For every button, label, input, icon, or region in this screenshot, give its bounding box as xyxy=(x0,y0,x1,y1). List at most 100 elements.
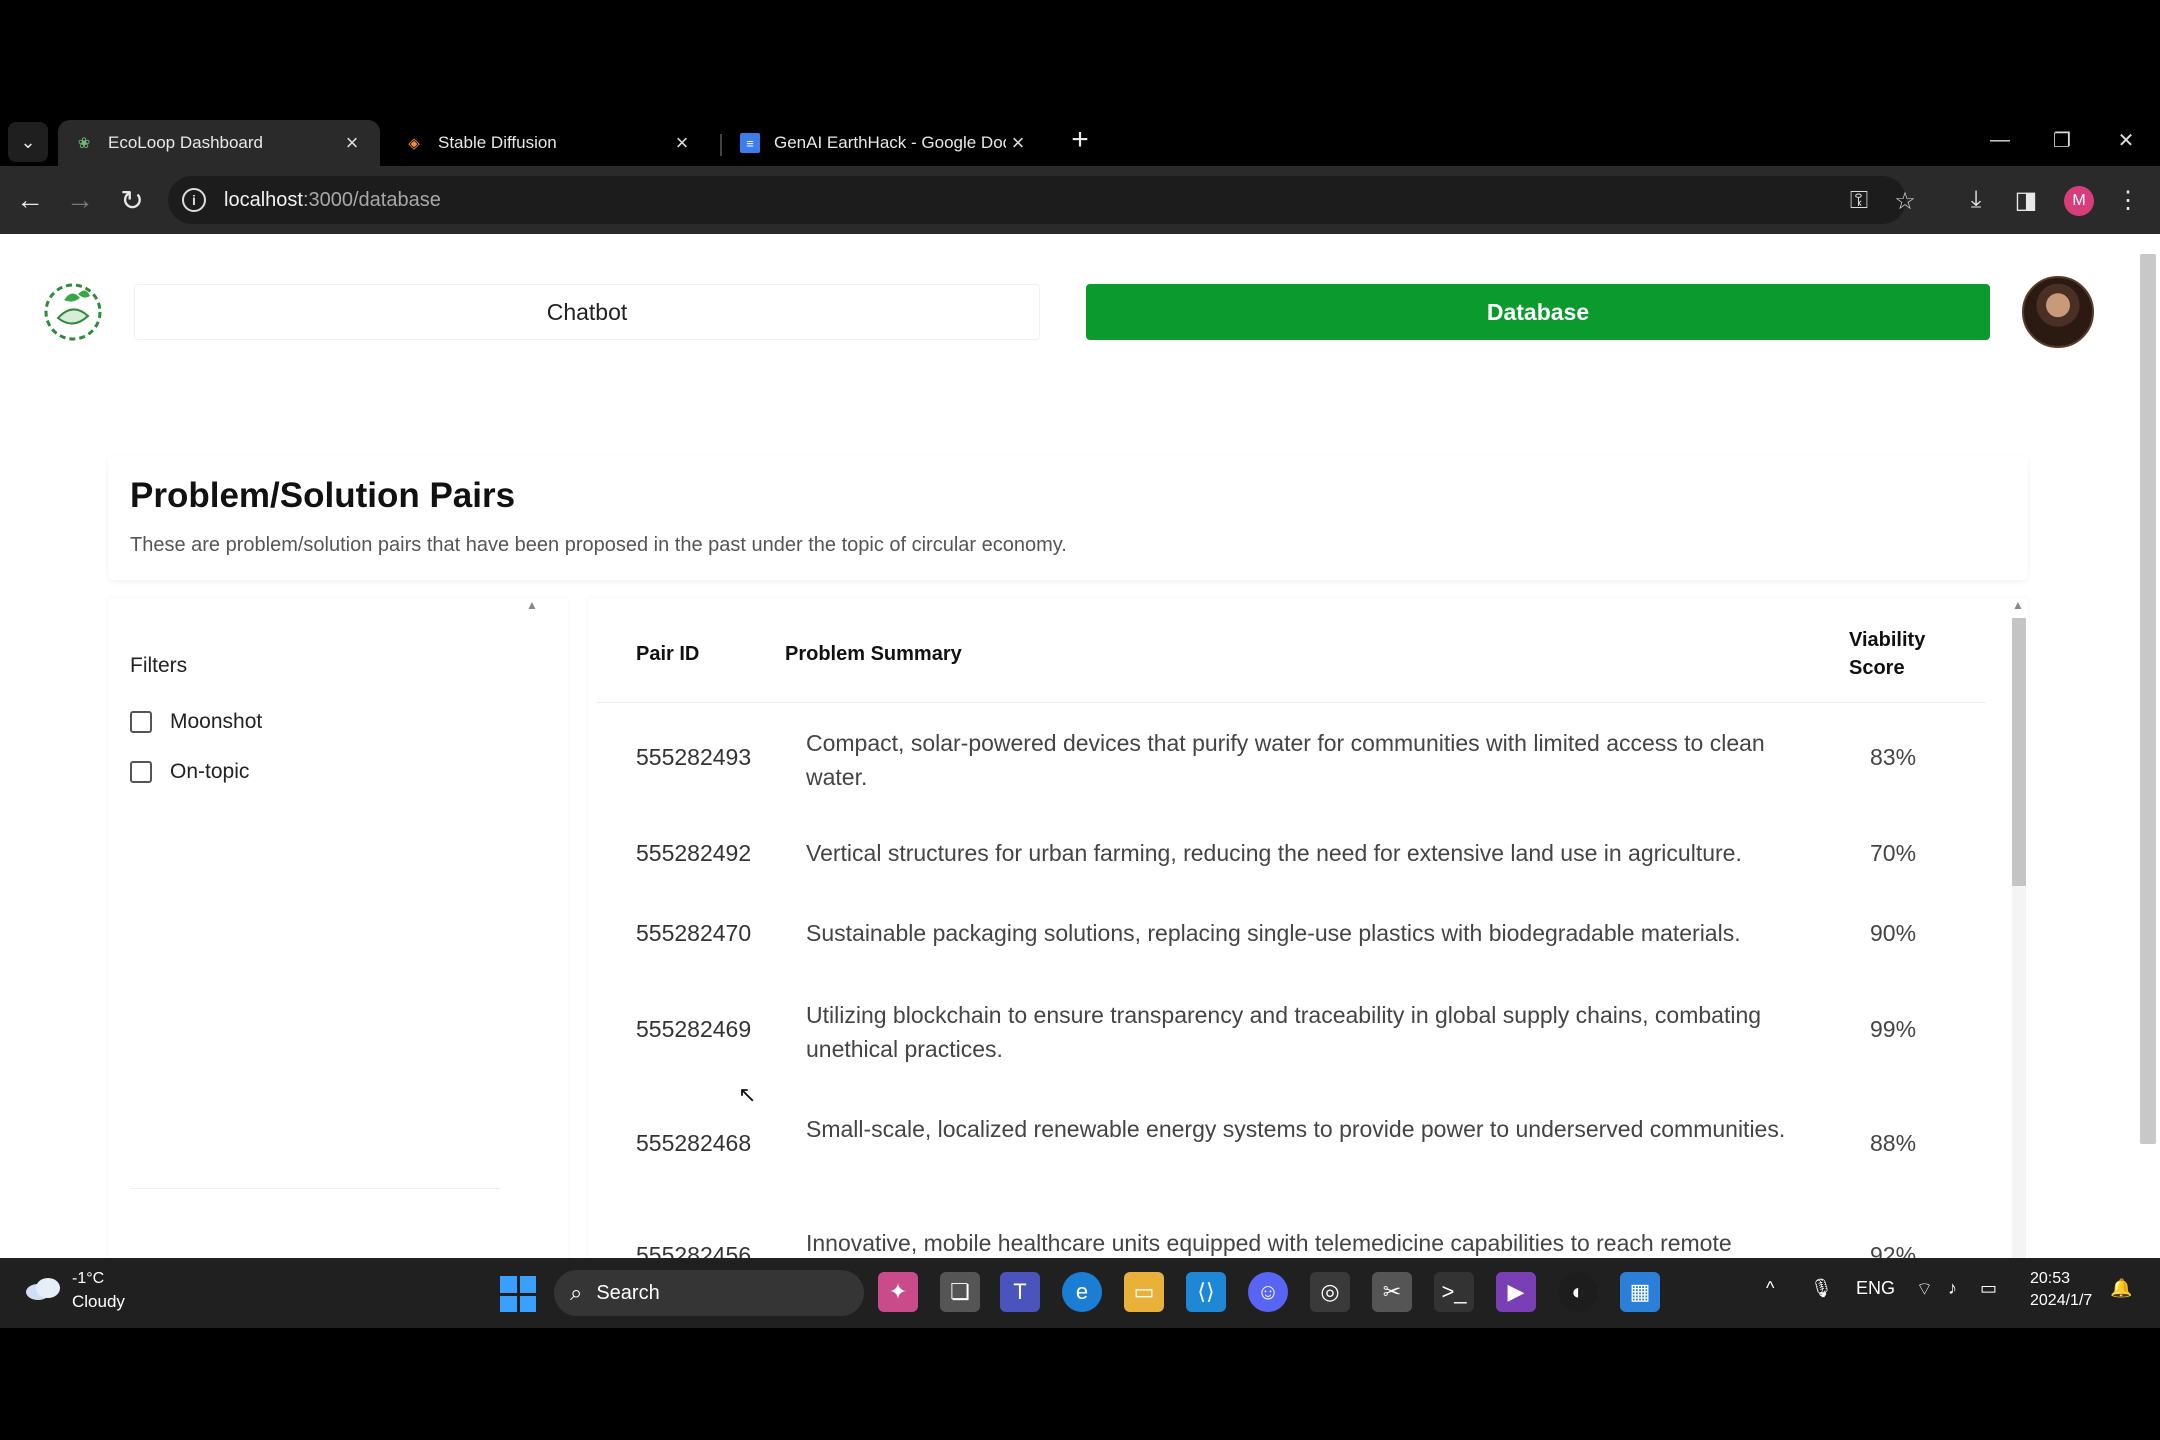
user-avatar[interactable] xyxy=(2022,276,2094,348)
ecoloop-favicon-icon: ❀ xyxy=(77,135,91,152)
page-subtitle: These are problem/solution pairs that ha… xyxy=(130,534,1067,556)
row-viability-score: 92% xyxy=(1870,1242,1917,1258)
page-scrollbar-thumb[interactable] xyxy=(2140,254,2156,1144)
ecoloop-logo-icon[interactable] xyxy=(42,278,104,346)
network-icon[interactable]: ⌔ xyxy=(1916,1278,1933,1301)
notification-bell-icon[interactable]: 🔔 xyxy=(2110,1278,2132,1299)
page-header-card: Problem/Solution Pairs These are problem… xyxy=(108,456,2028,580)
windows-start-icon[interactable] xyxy=(500,1276,536,1312)
minimize-icon[interactable]: — xyxy=(1974,120,2026,160)
window-close-icon[interactable]: ✕ xyxy=(2100,120,2152,160)
clock-time[interactable]: 20:53 xyxy=(2030,1270,2070,1288)
close-tab-icon[interactable]: × xyxy=(340,130,364,156)
row-problem-summary[interactable]: Vertical structures for urban farming, r… xyxy=(806,836,1806,870)
volume-icon[interactable]: ♪ xyxy=(1948,1278,1957,1299)
nav-chatbot-button[interactable]: Chatbot xyxy=(134,284,1040,340)
row-pair-id[interactable]: 555282493 xyxy=(636,744,751,771)
file-explorer-icon[interactable]: ▭ xyxy=(1124,1272,1164,1312)
column-header-pair-id[interactable]: Pair ID xyxy=(636,640,699,668)
reload-icon[interactable]: ↻ xyxy=(112,180,152,220)
copilot-app-icon[interactable]: ✦ xyxy=(878,1272,918,1312)
microphone-icon[interactable]: 🎙 xyxy=(1810,1278,1833,1299)
browser-tab-strip: ⌄ ❀ EcoLoop Dashboard × ◈ Stable Diffusi… xyxy=(0,116,2160,166)
discord-app-icon[interactable]: ☺ xyxy=(1248,1272,1288,1312)
cloud-weather-icon[interactable] xyxy=(24,1276,64,1302)
chrome-app-icon[interactable]: ◎ xyxy=(1310,1272,1350,1312)
tab-ecoloop-dashboard[interactable]: ❀ EcoLoop Dashboard × xyxy=(58,120,380,166)
row-problem-summary[interactable]: Sustainable packaging solutions, replaci… xyxy=(806,916,1806,950)
site-info-icon[interactable]: i xyxy=(182,188,206,212)
header-line: Score xyxy=(1849,657,1905,679)
filter-label: On-topic xyxy=(170,760,250,783)
tab-title: EcoLoop Dashboard xyxy=(108,133,264,152)
address-bar[interactable]: i localhost:3000/database ⚿ ☆ xyxy=(168,176,1916,224)
row-problem-summary[interactable]: Small-scale, localized renewable energy … xyxy=(806,1112,1806,1146)
table-scroll-up-icon[interactable]: ▲ xyxy=(2012,598,2024,612)
tab-title: GenAI EarthHack - Google Doc xyxy=(774,133,1006,152)
windows-taskbar: -1°C Cloudy ⌕ Search ✦ ❏ T e ▭ ⟨⟩ ☺ ◎ ✂ … xyxy=(0,1258,2160,1328)
weather-temperature: -1°C xyxy=(72,1270,105,1287)
tab-search-chevron-icon[interactable]: ⌄ xyxy=(8,122,48,162)
tray-overflow-chevron-icon[interactable]: ^ xyxy=(1766,1278,1774,1299)
column-header-problem-summary[interactable]: Problem Summary xyxy=(785,640,962,668)
close-tab-icon[interactable]: × xyxy=(670,130,694,156)
column-header-viability-score[interactable]: Viability Score xyxy=(1849,626,1925,682)
app-grid-icon[interactable]: ▦ xyxy=(1620,1272,1660,1312)
filters-panel: ▲ Filters Moonshot On-topic xyxy=(108,598,568,1258)
header-line: Viability xyxy=(1849,629,1926,651)
close-tab-icon[interactable]: × xyxy=(1006,130,1030,156)
teams-app-icon[interactable]: T xyxy=(1000,1272,1040,1312)
row-pair-id[interactable]: 555282456 xyxy=(636,1242,751,1258)
restore-icon[interactable]: ❐ xyxy=(2036,120,2088,160)
nav-database-button[interactable]: Database xyxy=(1086,284,1990,340)
google-docs-favicon-icon: ≡ xyxy=(740,133,760,153)
messenger-app-icon[interactable]: ◐ xyxy=(1558,1272,1598,1312)
browser-menu-icon[interactable]: ⋮ xyxy=(2110,182,2146,218)
url-host: localhost xyxy=(224,188,303,211)
password-key-icon[interactable]: ⚿ xyxy=(1844,186,1874,216)
side-panel-icon[interactable]: ◨ xyxy=(2008,182,2044,218)
language-indicator[interactable]: ENG xyxy=(1856,1278,1895,1299)
row-pair-id[interactable]: 555282470 xyxy=(636,920,751,947)
bookmark-star-icon[interactable]: ☆ xyxy=(1890,186,1920,216)
row-problem-summary[interactable]: Innovative, mobile healthcare units equi… xyxy=(806,1226,1806,1258)
url-path: :3000/database xyxy=(302,188,441,211)
moonshot-checkbox[interactable] xyxy=(130,711,152,733)
tab-separator xyxy=(720,134,722,156)
new-tab-plus-icon[interactable]: + xyxy=(1062,122,1098,158)
row-viability-score: 83% xyxy=(1870,744,1917,770)
row-problem-summary[interactable]: Utilizing blockchain to ensure transpare… xyxy=(806,998,1806,1066)
forward-arrow-icon[interactable]: → xyxy=(60,180,100,220)
pairs-table: Pair ID Problem Summary Viability Score … xyxy=(588,598,2028,1258)
download-icon[interactable]: ⤓ xyxy=(1958,182,1994,218)
row-pair-id[interactable]: 555282468 xyxy=(636,1130,751,1157)
profile-avatar-icon[interactable]: M xyxy=(2064,186,2094,216)
tab-stable-diffusion[interactable]: ◈ Stable Diffusion × xyxy=(388,120,710,166)
tab-title: Stable Diffusion xyxy=(438,133,557,152)
tab-google-doc[interactable]: ≡ GenAI EarthHack - Google Doc × xyxy=(724,120,1046,166)
web-page: Chatbot Database Problem/Solution Pairs … xyxy=(0,234,2160,1258)
task-view-icon[interactable]: ❏ xyxy=(940,1272,980,1312)
row-pair-id[interactable]: 555282492 xyxy=(636,840,751,867)
clipchamp-app-icon[interactable]: ▶ xyxy=(1496,1272,1536,1312)
edge-browser-icon[interactable]: e xyxy=(1062,1272,1102,1312)
row-pair-id[interactable]: 555282469 xyxy=(636,1016,751,1043)
clock-date[interactable]: 2024/1/7 xyxy=(2030,1292,2092,1310)
table-scrollbar-thumb[interactable] xyxy=(2012,618,2026,886)
snipping-tool-icon[interactable]: ✂ xyxy=(1372,1272,1412,1312)
filter-moonshot[interactable]: Moonshot xyxy=(130,710,262,734)
on-topic-checkbox[interactable] xyxy=(130,761,152,783)
filter-on-topic[interactable]: On-topic xyxy=(130,760,249,784)
row-viability-score: 90% xyxy=(1870,920,1917,946)
row-problem-summary[interactable]: Compact, solar-powered devices that puri… xyxy=(806,726,1806,794)
scroll-up-arrow-icon[interactable]: ▲ xyxy=(526,598,538,612)
terminal-app-icon[interactable]: >_ xyxy=(1434,1272,1474,1312)
vscode-app-icon[interactable]: ⟨⟩ xyxy=(1186,1272,1226,1312)
row-viability-score: 70% xyxy=(1870,840,1917,866)
back-arrow-icon[interactable]: ← xyxy=(10,180,50,220)
profile-initial: M xyxy=(2072,192,2086,209)
taskbar-search[interactable]: ⌕ Search xyxy=(554,1270,864,1316)
table-header-divider xyxy=(596,702,1986,703)
mouse-cursor-icon: ↖ xyxy=(738,1082,757,1107)
battery-icon[interactable]: ▭ xyxy=(1980,1278,1997,1299)
